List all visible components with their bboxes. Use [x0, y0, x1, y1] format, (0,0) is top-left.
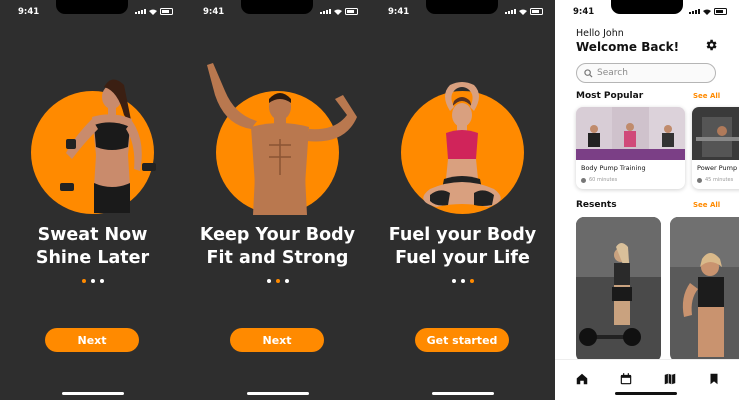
bookmark-icon[interactable]: [707, 372, 721, 386]
card-image: [692, 107, 739, 160]
page-dot: [460, 279, 465, 283]
signal-icon: [135, 9, 146, 14]
signal-icon: [320, 9, 331, 14]
home-icon[interactable]: [575, 372, 589, 386]
hero-image: [423, 82, 501, 207]
greeting: Hello John: [576, 28, 624, 39]
title-line-1: Keep Your Body: [199, 225, 356, 245]
battery-icon: [160, 8, 173, 15]
hero-image: [207, 63, 357, 215]
page-dot: [266, 279, 271, 283]
title-line-1: Sweat Now: [37, 225, 148, 245]
most-popular-heading: Most Popular: [576, 91, 644, 101]
status-bar: 9:41: [370, 0, 555, 22]
notch: [426, 0, 498, 14]
recent-image: [576, 217, 661, 362]
signal-icon: [505, 9, 516, 14]
battery-icon: [714, 8, 727, 15]
status-bar: 9:41: [185, 0, 370, 22]
wifi-icon: [334, 9, 342, 15]
page-indicator: [185, 279, 370, 283]
onboarding-screen-1: 9:41 Sweat Now Shine Later Next: [0, 0, 185, 400]
status-icons: [505, 8, 543, 15]
home-indicator[interactable]: [615, 392, 677, 395]
recent-image: [670, 217, 739, 362]
status-icons: [689, 8, 727, 15]
hero-image: [60, 79, 156, 213]
duration-text: 45 minutes: [705, 177, 734, 183]
home-indicator[interactable]: [62, 392, 124, 395]
title-line-2: Fuel your Life: [395, 248, 530, 268]
workout-card[interactable]: Body Pump Training 60 minutes: [576, 107, 685, 189]
card-title: Body Pump Training: [581, 164, 646, 172]
notch: [56, 0, 128, 14]
search-bar[interactable]: [576, 63, 716, 83]
recent-workout-card[interactable]: [670, 217, 739, 362]
search-icon: [584, 68, 593, 78]
recent-workout-card[interactable]: [576, 217, 661, 362]
search-input[interactable]: [597, 68, 697, 78]
page-indicator: [0, 279, 185, 283]
status-icons: [135, 8, 173, 15]
recents-heading: Resents: [576, 200, 617, 210]
home-indicator[interactable]: [432, 392, 494, 395]
battery-icon: [345, 8, 358, 15]
notch: [611, 0, 683, 14]
title-line-2: Shine Later: [35, 248, 150, 268]
clock-icon: [697, 177, 702, 183]
see-all-recents-link[interactable]: See All: [693, 201, 720, 209]
card-image: [576, 107, 685, 160]
card-duration: 45 minutes: [697, 177, 733, 183]
status-icons: [320, 8, 358, 15]
next-button[interactable]: Next: [45, 328, 139, 352]
page-dot: [90, 279, 95, 283]
workout-card[interactable]: Power Pump 45 minutes: [692, 107, 739, 189]
wifi-icon: [703, 9, 711, 15]
see-all-popular-link[interactable]: See All: [693, 92, 720, 100]
onboarding-screen-3: 9:41 Fuel your Body Fuel your Life Get s…: [370, 0, 555, 400]
status-time: 9:41: [203, 7, 225, 17]
status-bar: 9:41: [0, 0, 185, 22]
status-time: 9:41: [18, 7, 40, 17]
home-indicator[interactable]: [247, 392, 309, 395]
notch: [241, 0, 313, 14]
title-line-1: Fuel your Body: [388, 225, 537, 245]
page-dot: [451, 279, 456, 283]
clock-icon: [581, 177, 586, 183]
get-started-button[interactable]: Get started: [415, 328, 509, 352]
title-line-2: Fit and Strong: [206, 248, 349, 268]
signal-icon: [689, 9, 700, 14]
gear-icon[interactable]: [704, 38, 718, 52]
wifi-icon: [149, 9, 157, 15]
card-title: Power Pump: [697, 164, 738, 172]
next-button[interactable]: Next: [230, 328, 324, 352]
card-duration: 60 minutes: [581, 177, 617, 183]
status-time: 9:41: [573, 7, 595, 17]
page-indicator: [370, 279, 555, 283]
status-bar: 9:41: [555, 0, 739, 22]
page-dot: [81, 279, 86, 283]
page-dot: [284, 279, 289, 283]
duration-text: 60 minutes: [589, 177, 618, 183]
welcome-title: Welcome Back!: [576, 40, 680, 54]
onboarding-title: Fuel your Body Fuel your Life: [370, 224, 555, 270]
status-time: 9:41: [388, 7, 410, 17]
page-dot: [469, 279, 474, 283]
map-icon[interactable]: [663, 372, 677, 386]
calendar-icon[interactable]: [619, 372, 633, 386]
wifi-icon: [519, 9, 527, 15]
onboarding-screen-2: 9:41 Keep Your Body Fit and Strong Next: [185, 0, 370, 400]
home-screen: 9:41 Hello John Welcome Back! Most Popul…: [555, 0, 739, 400]
page-dot: [275, 279, 280, 283]
battery-icon: [530, 8, 543, 15]
page-dot: [99, 279, 104, 283]
onboarding-title: Sweat Now Shine Later: [0, 224, 185, 270]
onboarding-title: Keep Your Body Fit and Strong: [185, 224, 370, 270]
